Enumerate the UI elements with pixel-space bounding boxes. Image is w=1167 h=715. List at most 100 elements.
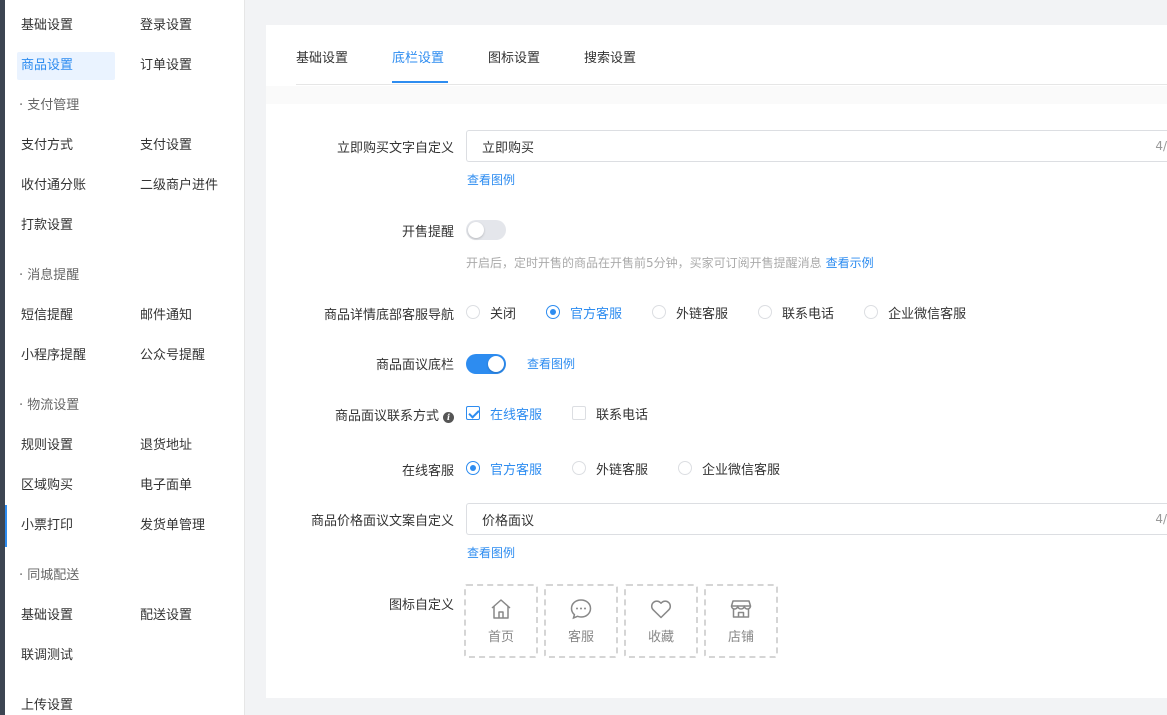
price-text-counter: 4/ (1155, 512, 1167, 526)
radio-label: 官方客服 (490, 462, 543, 478)
sidebar-item-receipt-print[interactable]: 小票打印 (17, 512, 115, 540)
sidebar-item-rule-settings[interactable]: 规则设置 (17, 432, 115, 460)
radio-dot (572, 461, 587, 475)
radio-label: 关闭 (490, 306, 517, 322)
home-icon (491, 599, 511, 619)
sidebar-item-return-address[interactable]: 退货地址 (136, 432, 234, 460)
buy-now-input[interactable] (466, 130, 1167, 162)
checkbox-label: 联系电话 (596, 407, 649, 423)
negotiable-contact-label: 商品面议联系方式 i (335, 405, 454, 424)
sidebar-item-login-settings[interactable]: 登录设置 (136, 12, 234, 40)
sale-reminder-switch[interactable] (466, 220, 506, 240)
sidebar-group-payment: · 支付管理 (19, 98, 80, 113)
sidebar-item-split-account[interactable]: 收付通分账 (17, 172, 115, 200)
sidebar-item-e-waybill[interactable]: 电子面单 (136, 472, 234, 500)
radio-label: 企业微信客服 (702, 462, 781, 478)
radio-label: 联系电话 (782, 306, 835, 322)
negotiable-bar-switch[interactable] (466, 354, 506, 374)
icon-tile-store[interactable]: 店铺 (704, 584, 778, 658)
service-nav-radio-group: 关闭 官方客服 外链客服 联系电话 企业微信客服 (466, 302, 996, 322)
sidebar-item-basic-settings[interactable]: 基础设置 (17, 12, 115, 40)
radio-dot (758, 305, 773, 319)
sidebar-item-integration-test[interactable]: 联调测试 (17, 642, 115, 670)
store-icon (730, 600, 752, 618)
price-text-label: 商品价格面议文案自定义 (310, 514, 454, 529)
icon-tiles: 首页 客服 收藏 店铺 (464, 584, 784, 658)
sale-reminder-example-link[interactable]: 查看示例 (826, 256, 874, 270)
sale-reminder-label: 开售提醒 (401, 225, 454, 240)
icon-tile-service[interactable]: 客服 (544, 584, 618, 658)
radio-dot (864, 305, 879, 319)
buy-now-label: 立即购买文字自定义 (336, 141, 454, 156)
sidebar-item-payout-settings[interactable]: 打款设置 (17, 212, 115, 240)
radio-label: 官方客服 (570, 306, 623, 322)
sidebar-item-shipping-note[interactable]: 发货单管理 (136, 512, 234, 540)
sale-reminder-hint: 开启后，定时开售的商品在开售前5分钟，买家可订阅开售提醒消息 查看示例 (466, 254, 874, 271)
checkbox-box (466, 406, 480, 420)
chat-icon (570, 599, 592, 620)
negotiable-contact-checkbox-group: 在线客服 联系电话 (466, 403, 678, 423)
main-panel: 基础设置 底栏设置 图标设置 搜索设置 立即购买文字自定义 4/ 查看图例 开售… (266, 25, 1167, 698)
sidebar-item-official-account-reminder[interactable]: 公众号提醒 (136, 342, 234, 370)
tab-bottom-bar-settings[interactable]: 底栏设置 (392, 47, 444, 66)
sidebar-item-order-settings[interactable]: 订单设置 (136, 52, 234, 80)
icon-tile-favorite[interactable]: 收藏 (624, 584, 698, 658)
service-nav-option-external[interactable]: 外链客服 (652, 303, 728, 322)
sidebar-item-delivery-settings[interactable]: 配送设置 (136, 602, 234, 630)
sidebar-item-sub-merchant[interactable]: 二级商户进件 (136, 172, 224, 200)
checkbox-label: 在线客服 (490, 407, 543, 423)
tab-search-settings[interactable]: 搜索设置 (584, 47, 636, 66)
settings-sidebar: 基础设置 登录设置 商品设置 订单设置 · 支付管理 支付方式 支付设置 收付通… (5, 0, 245, 715)
sidebar-item-payment-methods[interactable]: 支付方式 (17, 132, 115, 160)
online-service-option-wecom[interactable]: 企业微信客服 (678, 459, 780, 478)
online-service-option-official[interactable]: 官方客服 (466, 459, 542, 478)
radio-dot (546, 305, 561, 319)
radio-dot (678, 461, 693, 475)
contact-option-phone[interactable]: 联系电话 (572, 404, 648, 423)
negotiable-contact-label-text: 商品面议联系方式 (334, 409, 439, 424)
service-nav-option-wecom[interactable]: 企业微信客服 (864, 303, 966, 322)
sidebar-item-payment-settings[interactable]: 支付设置 (136, 132, 234, 160)
icon-tile-home[interactable]: 首页 (464, 584, 538, 658)
service-nav-option-off[interactable]: 关闭 (466, 303, 516, 322)
sidebar-group-local-delivery: · 同城配送 (19, 568, 80, 583)
sidebar-item-miniprogram-reminder[interactable]: 小程序提醒 (17, 342, 115, 370)
online-service-option-external[interactable]: 外链客服 (572, 459, 648, 478)
tab-basic-settings[interactable]: 基础设置 (296, 47, 348, 66)
settings-tabs: 基础设置 底栏设置 图标设置 搜索设置 (296, 25, 1167, 85)
sidebar-group-logistics: · 物流设置 (19, 398, 80, 413)
buy-now-counter: 4/ (1155, 139, 1167, 153)
radio-label: 企业微信客服 (888, 306, 967, 322)
heart-icon (650, 600, 672, 619)
sidebar-item-upload-settings[interactable]: 上传设置 (17, 692, 115, 715)
price-text-input[interactable] (466, 503, 1167, 535)
sidebar-item-email-notice[interactable]: 邮件通知 (136, 302, 234, 330)
buy-now-example-link[interactable]: 查看图例 (467, 171, 515, 188)
online-service-label: 在线客服 (401, 464, 454, 479)
online-service-radio-group: 官方客服 外链客服 企业微信客服 (466, 458, 810, 478)
switch-knob (488, 356, 504, 372)
price-text-example-link[interactable]: 查看图例 (467, 544, 515, 561)
sale-reminder-hint-text: 开启后，定时开售的商品在开售前5分钟，买家可订阅开售提醒消息 (466, 256, 822, 270)
info-icon[interactable]: i (443, 412, 454, 423)
tile-label: 收藏 (647, 630, 674, 645)
active-tab-underline (392, 81, 448, 83)
tile-label: 店铺 (727, 630, 754, 645)
service-nav-option-phone[interactable]: 联系电话 (758, 303, 834, 322)
sidebar-group-messages: · 消息提醒 (19, 268, 80, 283)
negotiable-bar-example-link[interactable]: 查看图例 (527, 355, 575, 372)
sidebar-item-product-settings[interactable]: 商品设置 (17, 52, 115, 80)
radio-label: 外链客服 (596, 462, 649, 478)
switch-knob (468, 222, 484, 238)
negotiable-bar-label: 商品面议底栏 (375, 358, 454, 373)
sidebar-item-region-purchase[interactable]: 区域购买 (17, 472, 115, 500)
tile-label: 首页 (487, 630, 514, 645)
service-nav-option-official[interactable]: 官方客服 (546, 303, 622, 322)
sidebar-item-delivery-basic[interactable]: 基础设置 (17, 602, 115, 630)
service-nav-label: 商品详情底部客服导航 (323, 308, 454, 323)
radio-dot (466, 461, 480, 475)
tab-icon-settings[interactable]: 图标设置 (488, 47, 540, 66)
checkbox-box (572, 406, 587, 420)
sidebar-item-sms-reminder[interactable]: 短信提醒 (17, 302, 115, 330)
contact-option-online-service[interactable]: 在线客服 (466, 404, 542, 423)
